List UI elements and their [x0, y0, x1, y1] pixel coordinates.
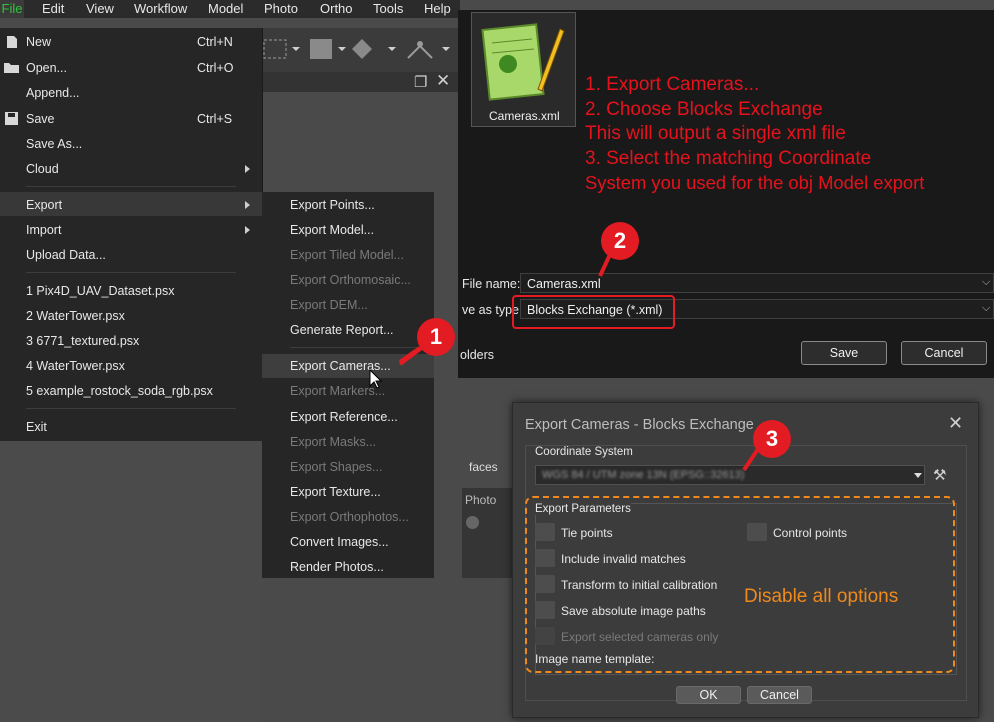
step-badge-2: 2 — [601, 222, 639, 260]
step-badge-1: 1 — [417, 318, 455, 356]
annotation-arrows — [369, 247, 762, 472]
step-badge-3: 3 — [753, 420, 791, 458]
mouse-cursor-icon — [369, 368, 383, 389]
